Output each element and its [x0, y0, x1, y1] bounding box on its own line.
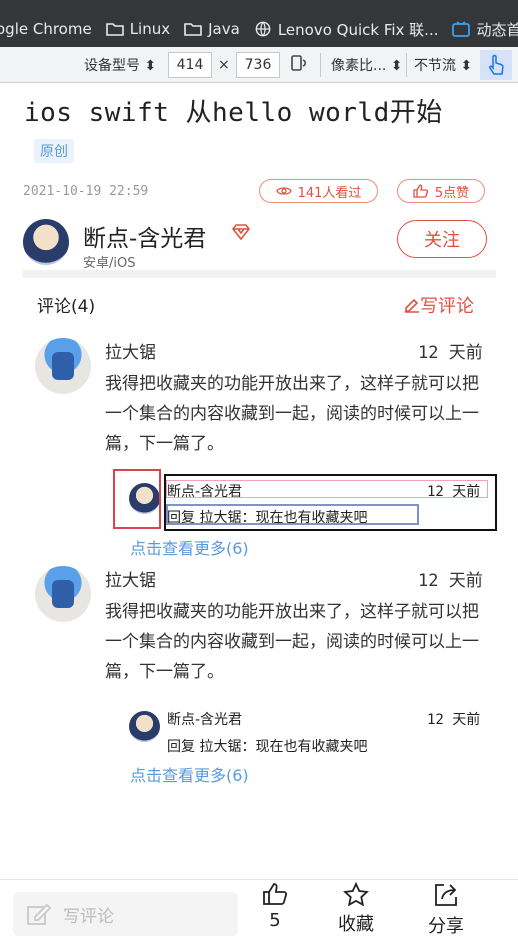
author-name[interactable]: 断点-含光君	[83, 219, 206, 253]
globe-icon	[255, 21, 271, 37]
device-select[interactable]: 设备型号 ⬍	[84, 55, 156, 75]
throttle-select[interactable]: 不节流 ⬍	[414, 55, 472, 75]
device-select-label: 设备型号	[84, 57, 140, 74]
bottom-action-bar: 写评论 5 收藏 分享	[0, 879, 518, 944]
article-title: ios swift 从hello world开始	[24, 98, 443, 128]
like-button[interactable]: 5	[262, 882, 288, 931]
write-comment-placeholder: 写评论	[63, 906, 114, 927]
edit-icon	[27, 903, 51, 925]
bookmark-chrome[interactable]: ogle Chrome	[0, 20, 92, 38]
highlight-box-pink	[166, 480, 488, 498]
write-comment-input[interactable]: 写评论	[13, 892, 238, 936]
reply-avatar[interactable]	[129, 711, 160, 742]
reply-text: 回复 拉大锯：现在也有收藏夹吧	[167, 739, 368, 755]
bookmark-linux[interactable]: Linux	[105, 20, 171, 38]
rotate-icon[interactable]	[289, 53, 309, 77]
favorite-button[interactable]: 收藏	[338, 882, 374, 936]
follow-button[interactable]: 关注	[397, 220, 487, 258]
share-label: 分享	[428, 916, 464, 937]
reply-author[interactable]: 断点-含光君	[167, 709, 242, 729]
commenter-name[interactable]: 拉大锯	[105, 338, 156, 363]
comment-text: 我得把收藏夹的功能开放出来了，这样子就可以把一个集合的内容收藏到一起，阅读的时候…	[105, 374, 479, 454]
share-icon	[435, 884, 457, 906]
bookmark-java[interactable]: Java	[184, 20, 240, 38]
height-input[interactable]: 736	[236, 51, 280, 78]
view-more-link[interactable]: 点击查看更多(6)	[130, 535, 249, 559]
commenter-avatar[interactable]	[35, 566, 91, 622]
bookmark-label: Java	[208, 20, 240, 38]
vip-diamond-icon	[232, 224, 250, 240]
touch-toggle-icon[interactable]	[480, 49, 512, 80]
view-more-link[interactable]: 点击查看更多(6)	[130, 762, 249, 786]
throttle-label: 不节流	[414, 57, 456, 74]
bookmark-label: ogle Chrome	[0, 20, 92, 38]
highlight-box-blue	[166, 504, 419, 525]
comments-header: 评论(4)	[37, 297, 96, 317]
like-count: 5	[269, 910, 281, 931]
folder-icon	[105, 23, 124, 36]
write-comment-label: 写评论	[420, 296, 474, 317]
highlight-box-red	[113, 469, 161, 529]
favorite-label: 收藏	[338, 914, 374, 935]
folder-icon	[184, 23, 202, 36]
comment-text: 我得把收藏夹的功能开放出来了，这样子就可以把一个集合的内容收藏到一起，阅读的时候…	[105, 602, 479, 682]
likes-count: 5点赞	[434, 185, 470, 201]
pencil-icon	[405, 298, 419, 313]
write-comment-link[interactable]: 写评论	[404, 292, 474, 318]
width-input[interactable]: 414	[168, 51, 212, 78]
bookmark-label: 动态首	[476, 20, 518, 39]
reply-time: 12 天前	[427, 712, 481, 728]
times-sign: ×	[218, 56, 230, 73]
commenter-name[interactable]: 拉大锯	[105, 566, 156, 591]
bookmark-bilibili[interactable]: 动态首	[452, 19, 518, 40]
views-count: 141人看过	[297, 185, 362, 201]
likes-badge[interactable]: 5点赞	[397, 179, 485, 203]
author-subtitle: 安卓/iOS	[83, 256, 136, 271]
bookmark-label: Linux	[129, 20, 171, 38]
thumbs-up-icon	[263, 883, 288, 905]
comment-time: 12 天前	[418, 343, 483, 363]
publish-date: 2021-10-19 22:59	[23, 184, 149, 199]
thumbs-up-icon	[413, 184, 428, 198]
original-tag: 原创	[34, 139, 74, 163]
device-toolbar: 设备型号 ⬍ 414 × 736 像素比... ⬍ 不节流 ⬍	[0, 47, 518, 83]
dpr-select[interactable]: 像素比... ⬍	[331, 55, 403, 75]
bookmark-label: Lenovo Quick Fix 联...	[277, 20, 439, 39]
views-badge: 141人看过	[259, 179, 378, 203]
star-icon	[343, 882, 369, 906]
bookmark-lenovo[interactable]: Lenovo Quick Fix 联...	[254, 19, 439, 40]
author-avatar[interactable]	[23, 219, 69, 265]
dpr-label: 像素比...	[331, 57, 387, 74]
comment-time: 12 天前	[418, 571, 483, 591]
share-button[interactable]: 分享	[428, 882, 464, 938]
commenter-avatar[interactable]	[35, 338, 91, 394]
divider	[320, 53, 321, 77]
divider	[406, 53, 407, 77]
section-divider	[23, 270, 496, 278]
eye-icon	[275, 187, 292, 195]
tv-icon	[452, 21, 471, 37]
